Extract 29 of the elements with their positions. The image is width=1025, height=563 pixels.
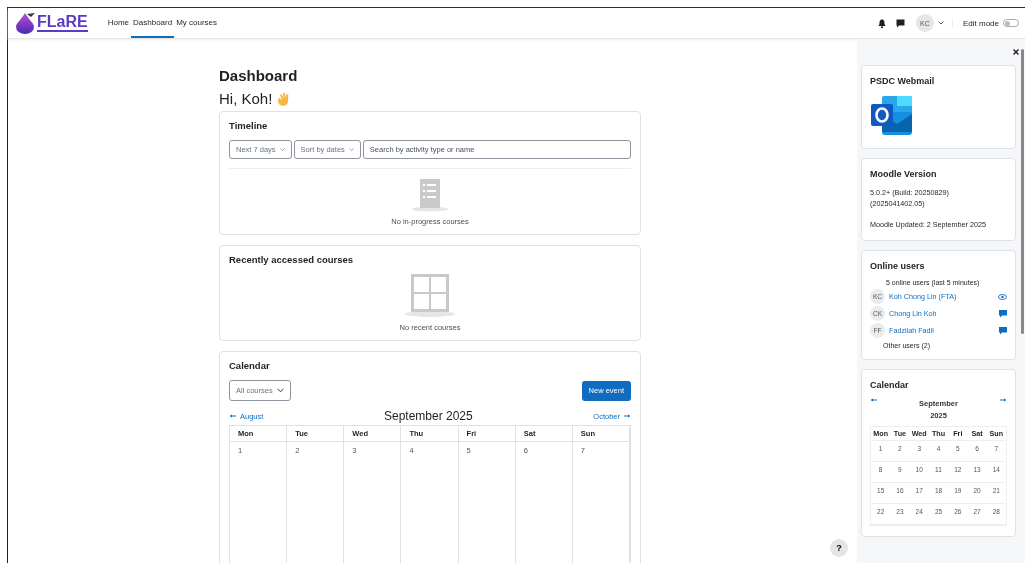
eye-icon <box>998 293 1007 300</box>
chevron-down-icon <box>276 388 284 393</box>
close-icon <box>1013 49 1019 55</box>
card-title: Recently accessed courses <box>229 254 355 265</box>
help-button[interactable]: ? <box>830 539 848 557</box>
nav-tab[interactable]: Home <box>105 8 131 38</box>
chat-icon <box>895 18 905 28</box>
month-title: September 2025 <box>383 409 473 423</box>
card-title: Timeline <box>229 120 269 131</box>
logo-text: FLaRE <box>37 14 88 32</box>
course-grid-icon <box>403 274 457 318</box>
block-title: Calendar <box>870 380 910 390</box>
nav-tab[interactable]: My courses <box>174 8 220 38</box>
caret-icon <box>348 148 354 151</box>
nav-tab[interactable]: Dashboard <box>131 8 175 38</box>
block-title: Online users <box>870 261 926 271</box>
list-document-icon <box>410 178 450 212</box>
card-title: Calendar <box>229 360 271 371</box>
block-title: PSDC Webmail <box>870 76 936 86</box>
caret-icon <box>279 148 285 151</box>
page-title: Dashboard <box>219 67 299 84</box>
scrollbar[interactable] <box>1021 49 1024 334</box>
mail-app-icon <box>870 94 914 136</box>
caret-icon <box>937 21 944 25</box>
edit-mode-label: Edit mode <box>962 18 999 28</box>
drop-logo-icon <box>14 12 36 34</box>
bell-icon <box>877 18 886 28</box>
greeting: Hi, Koh! <box>219 90 273 107</box>
block-title: Moodle Version <box>870 169 938 179</box>
